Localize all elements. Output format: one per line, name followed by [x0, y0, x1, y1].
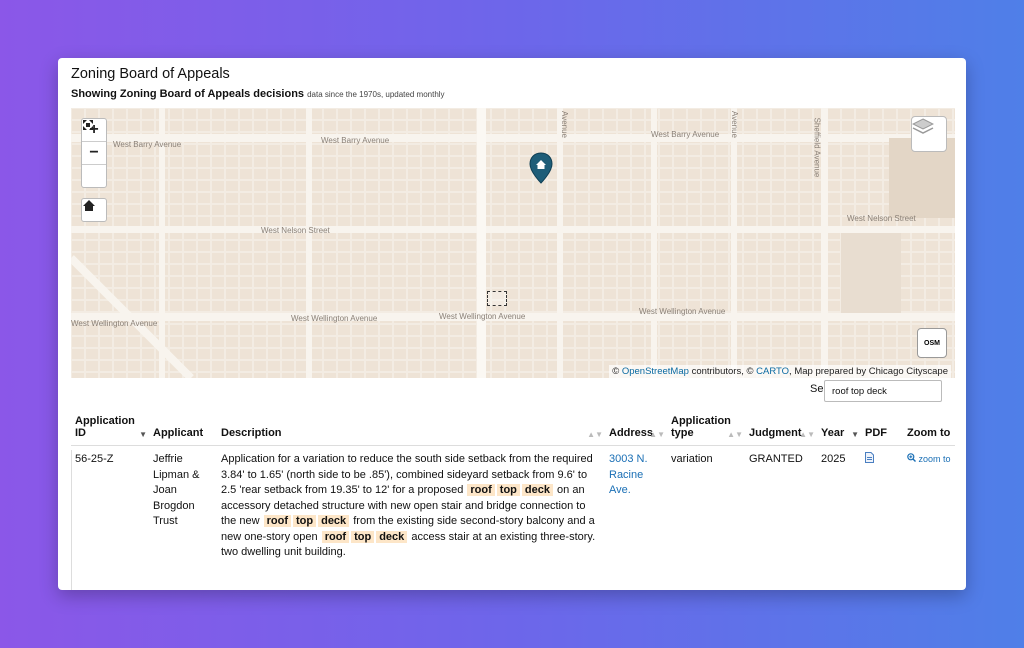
highlight-roof: roof	[321, 530, 350, 543]
fullscreen-icon	[83, 120, 93, 130]
col-applicant[interactable]: Applicant	[149, 415, 217, 446]
street-label-avenue-2: Avenue	[730, 111, 739, 138]
highlight-top: top	[496, 484, 520, 496]
cell-zoom[interactable]: zoom to	[903, 446, 955, 567]
highlight-deck: deck	[376, 530, 408, 543]
col-description[interactable]: Description ▲▼	[217, 415, 605, 446]
table-row: 56-25-Z Jeffrie Lipman & Joan Brogdon Tr…	[71, 446, 955, 567]
street-label-wellington-4: West Wellington Avenue	[639, 307, 726, 316]
street-label-barry-1: West Barry Avenue	[113, 140, 182, 149]
street-label-sheffield: Sheffield Avenue	[812, 117, 822, 178]
map-attribution: © OpenStreetMap contributors, © CARTO, M…	[609, 365, 951, 378]
pdf-icon[interactable]	[865, 452, 874, 463]
street-label-avenue-1: Avenue	[560, 111, 569, 138]
street-label-barry-3: West Barry Avenue	[651, 130, 720, 139]
street-label-wellington-1: West Wellington Avenue	[71, 319, 158, 328]
zba-card: Zoning Board of Appeals Showing Zoning B…	[58, 58, 966, 590]
page-subtitle: Showing Zoning Board of Appeals decision…	[71, 88, 445, 100]
cell-description: Application for a variation to reduce th…	[221, 453, 596, 558]
osm-label: OSM	[924, 339, 940, 347]
zoom-control: + −	[81, 118, 107, 188]
zoom-out-button[interactable]: −	[82, 142, 106, 165]
cell-judgment: GRANTED	[749, 453, 803, 465]
home-icon	[83, 200, 95, 211]
selection-box	[487, 291, 507, 306]
fullscreen-button[interactable]	[82, 120, 106, 187]
sort-desc-icon: ▼	[851, 430, 859, 439]
address-link[interactable]: 3003 N. Racine Ave.	[609, 453, 648, 496]
street-label-nelson-2: West Nelson Street	[847, 214, 916, 223]
highlight-roof: roof	[467, 484, 495, 496]
sort-icon: ▲▼	[587, 430, 603, 439]
highlight-top: top	[351, 530, 375, 543]
osm-button[interactable]: OSM	[917, 328, 947, 358]
osm-link[interactable]: OpenStreetMap	[622, 366, 689, 377]
zoom-to-link[interactable]: zoom to	[907, 453, 951, 464]
street-label-wellington-2: West Wellington Avenue	[291, 314, 378, 323]
cell-address[interactable]: 3003 N. Racine Ave.	[605, 446, 667, 567]
cell-pdf[interactable]	[861, 446, 903, 567]
cell-app-id: 56-25-Z	[75, 453, 114, 465]
layers-button[interactable]	[911, 116, 947, 152]
subtitle-text: Showing Zoning Board of Appeals decision…	[71, 88, 305, 100]
attr-middle: contributors, ©	[691, 366, 754, 377]
cell-app-type: variation	[671, 453, 713, 465]
street-label-wellington-3: West Wellington Avenue	[439, 312, 526, 321]
layers-icon	[912, 118, 934, 134]
search-input[interactable]	[824, 380, 942, 402]
attr-prefix: ©	[612, 366, 620, 377]
home-button[interactable]	[81, 198, 107, 222]
table-left-border	[71, 450, 72, 590]
highlight-top: top	[292, 515, 317, 527]
street-label-barry-2: West Barry Avenue	[321, 136, 390, 145]
col-address[interactable]: Address ▲▼	[605, 415, 667, 446]
subtitle-note: data since the 1970s, updated monthly	[307, 90, 445, 99]
highlight-roof: roof	[263, 515, 291, 527]
sort-icon: ▲▼	[727, 430, 743, 439]
map-tiles	[71, 108, 955, 378]
carto-link[interactable]: CARTO	[756, 366, 789, 377]
col-year[interactable]: Year ▼	[817, 415, 861, 446]
page-title: Zoning Board of Appeals	[71, 66, 230, 82]
cell-applicant: Jeffrie Lipman & Joan Brogdon Trust	[153, 453, 200, 527]
sort-desc-icon: ▼	[139, 430, 147, 439]
col-zoom: Zoom to	[903, 415, 955, 446]
col-app-id[interactable]: Application ID ▼	[71, 415, 149, 446]
col-pdf: PDF	[861, 415, 903, 446]
cell-year: 2025	[821, 453, 846, 465]
zoom-in-icon	[907, 453, 916, 462]
table-header-row: Application ID ▼ Applicant Description ▲▼ …	[71, 415, 955, 446]
highlight-deck: deck	[318, 515, 350, 527]
sort-icon: ▲▼	[649, 430, 665, 439]
map-view[interactable]: West Barry Avenue West Barry Avenue West…	[71, 108, 955, 378]
col-judgment[interactable]: Judgment ▲▼	[745, 415, 817, 446]
results-table: Application ID ▼ Applicant Description ▲▼ …	[71, 415, 955, 567]
col-app-type[interactable]: Application type ▲▼	[667, 415, 745, 446]
highlight-deck: deck	[521, 484, 553, 496]
attr-suffix: , Map prepared by Chicago Cityscape	[789, 366, 948, 377]
sort-icon: ▲▼	[799, 430, 815, 439]
street-label-nelson-1: West Nelson Street	[261, 226, 330, 235]
